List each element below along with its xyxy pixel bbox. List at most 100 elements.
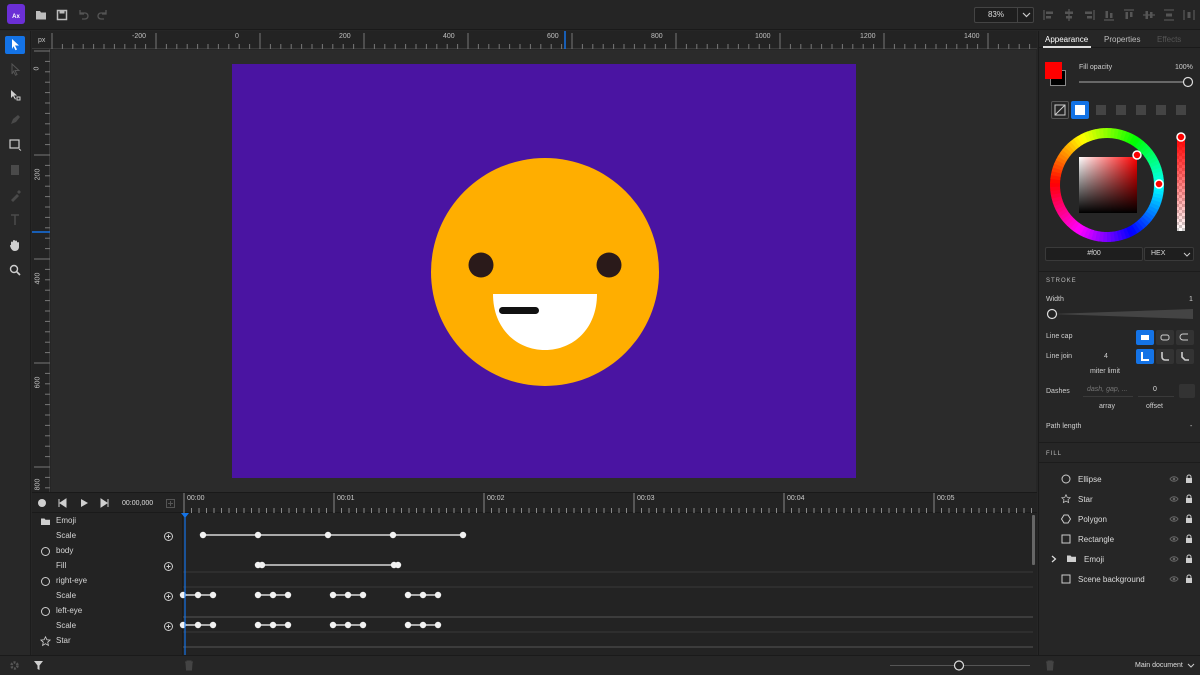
stroke-width-slider[interactable]: [1045, 308, 1195, 320]
skip-forward-icon[interactable]: [100, 498, 110, 508]
lock-icon[interactable]: [1185, 534, 1193, 544]
select-tool[interactable]: [5, 36, 25, 54]
keyframe[interactable]: [269, 621, 277, 629]
app-logo[interactable]: Ax: [7, 4, 25, 24]
keyframe-tracks[interactable]: [179, 513, 1033, 656]
keyframe[interactable]: [284, 591, 292, 599]
align-bottom-icon[interactable]: [1102, 8, 1116, 22]
align-top-icon[interactable]: [1122, 8, 1136, 22]
tab-appearance[interactable]: Appearance: [1045, 35, 1088, 44]
add-keyframe-icon[interactable]: [164, 622, 173, 631]
add-keyframe-icon[interactable]: [164, 562, 173, 571]
keyframe[interactable]: [209, 591, 217, 599]
align-left-icon[interactable]: [1042, 8, 1056, 22]
keyframe[interactable]: [359, 621, 367, 629]
skip-back-icon[interactable]: [57, 498, 67, 508]
redo-icon[interactable]: [96, 8, 110, 22]
keyframe[interactable]: [419, 621, 427, 629]
rectangle-tool[interactable]: [5, 136, 25, 154]
keyframe[interactable]: [194, 591, 202, 599]
zoom-tool[interactable]: [5, 261, 25, 279]
dash-toggle-button[interactable]: [1179, 384, 1195, 398]
lock-icon[interactable]: [1185, 514, 1193, 524]
fill-opacity-slider[interactable]: [1079, 76, 1194, 88]
open-folder-icon[interactable]: [34, 8, 48, 22]
keyframe[interactable]: [344, 591, 352, 599]
undo-icon[interactable]: [76, 8, 90, 22]
linear-gradient-button[interactable]: [1092, 101, 1110, 119]
conic-gradient-button[interactable]: [1132, 101, 1150, 119]
bevel-join-button[interactable]: [1176, 349, 1194, 364]
eye-icon[interactable]: [1169, 535, 1179, 543]
zoom-select[interactable]: 83%: [974, 7, 1034, 23]
playhead-handle[interactable]: [181, 513, 189, 518]
artboard[interactable]: [232, 64, 856, 478]
round-cap-button[interactable]: [1156, 330, 1174, 345]
add-keyframe-icon[interactable]: [164, 592, 173, 601]
keyframe[interactable]: [269, 591, 277, 599]
saturation-handle[interactable]: [1132, 150, 1142, 160]
hand-icon[interactable]: [5, 236, 25, 254]
color-wheel[interactable]: [1049, 127, 1165, 243]
layer-rectangle[interactable]: Rectangle: [1039, 529, 1200, 549]
eye-icon[interactable]: [1169, 555, 1179, 563]
left-eye[interactable]: [468, 252, 494, 278]
keyframe[interactable]: [284, 621, 292, 629]
color-mode-select[interactable]: HEX: [1144, 247, 1194, 261]
transform-tool[interactable]: [5, 86, 25, 104]
keyframe[interactable]: [254, 591, 262, 599]
hex-input[interactable]: #f00: [1045, 247, 1143, 261]
timeline-ruler[interactable]: [182, 493, 1032, 513]
tab-effects[interactable]: Effects: [1157, 35, 1181, 44]
distribute-vertical-icon[interactable]: [1162, 8, 1176, 22]
layer-emoji-group[interactable]: Emoji: [1039, 549, 1200, 569]
layer-polygon[interactable]: Polygon: [1039, 509, 1200, 529]
miter-limit-value[interactable]: 4: [1104, 353, 1108, 360]
dash-array-input[interactable]: dash, gap, ...: [1083, 384, 1133, 397]
fill-opacity-value[interactable]: 100%: [1175, 64, 1193, 71]
chevron-down-icon[interactable]: [1017, 8, 1034, 22]
keyframe[interactable]: [324, 531, 332, 539]
no-fill-button[interactable]: [1051, 101, 1069, 119]
horizontal-ruler[interactable]: px -200 0 200 400 600 800 1000 1200 1400: [32, 31, 1037, 49]
timeline-zoom-slider[interactable]: [890, 660, 1030, 671]
keyframe[interactable]: [194, 621, 202, 629]
eye-icon[interactable]: [1169, 495, 1179, 503]
shape-tool[interactable]: [5, 161, 25, 179]
square-cap-button[interactable]: [1176, 330, 1194, 345]
align-right-icon[interactable]: [1082, 8, 1096, 22]
path-length-value[interactable]: -: [1190, 423, 1192, 430]
align-middle-icon[interactable]: [1142, 8, 1156, 22]
emoji-illustration[interactable]: [232, 64, 856, 478]
miter-join-button[interactable]: [1136, 349, 1154, 364]
timecode[interactable]: 00:00,000: [122, 500, 153, 507]
eyedropper-tool[interactable]: [5, 186, 25, 204]
layer-star[interactable]: Star: [1039, 489, 1200, 509]
keyframe[interactable]: [258, 561, 266, 569]
layer-scene-background[interactable]: Scene background: [1039, 569, 1200, 589]
vertical-ruler[interactable]: 0 200 400 600 800: [32, 49, 50, 492]
align-center-horizontal-icon[interactable]: [1062, 8, 1076, 22]
emoji-body[interactable]: [431, 158, 659, 386]
keyframe[interactable]: [209, 621, 217, 629]
tab-properties[interactable]: Properties: [1104, 35, 1140, 44]
add-keyframe-icon[interactable]: [166, 499, 175, 508]
dash-offset-input[interactable]: 0: [1138, 384, 1174, 397]
lock-icon[interactable]: [1185, 474, 1193, 484]
distribute-horizontal-icon[interactable]: [1182, 8, 1196, 22]
keyframe[interactable]: [254, 531, 262, 539]
butt-cap-button[interactable]: [1136, 330, 1154, 345]
fill-swatch[interactable]: [1045, 62, 1062, 79]
trash-icon[interactable]: [1045, 660, 1055, 671]
eye-icon[interactable]: [1169, 475, 1179, 483]
pen-tool[interactable]: [5, 111, 25, 129]
document-name[interactable]: Main document: [1135, 662, 1183, 669]
keyframe[interactable]: [404, 621, 412, 629]
timeline-scrollbar[interactable]: [1032, 515, 1035, 565]
eye-icon[interactable]: [1169, 515, 1179, 523]
keyframe[interactable]: [254, 621, 262, 629]
chevron-right-icon[interactable]: [1051, 555, 1057, 563]
keyframe[interactable]: [419, 591, 427, 599]
round-join-button[interactable]: [1156, 349, 1174, 364]
alpha-slider[interactable]: [1176, 132, 1186, 232]
